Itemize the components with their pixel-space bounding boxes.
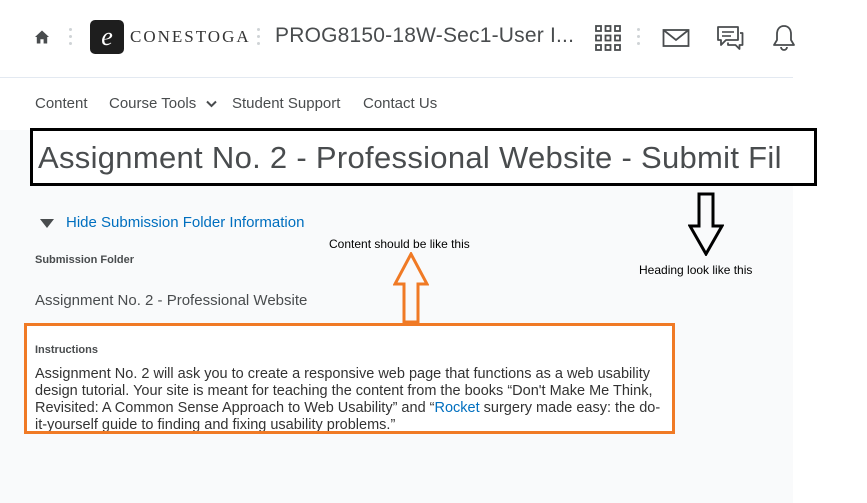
separator-dots [637, 28, 641, 50]
heading-annotation-note: Heading look like this [639, 263, 753, 277]
mail-icon[interactable] [662, 24, 690, 52]
nav-label: Student Support [232, 95, 341, 112]
nav-content[interactable]: Content [35, 95, 88, 112]
nav-label: Contact Us [363, 95, 438, 112]
course-navbar: Content Course Tools Student Support Con… [0, 78, 793, 130]
nav-student-support[interactable]: Student Support [232, 95, 340, 112]
arrow-down-icon [688, 192, 724, 256]
arrow-up-icon [393, 252, 429, 324]
nav-label: Course Tools [109, 95, 197, 112]
submission-folder-label: Submission Folder [35, 254, 135, 266]
separator-dots [69, 28, 73, 50]
course-title[interactable]: PROG8150-18W-Sec1-User I... [275, 24, 574, 48]
logo-text: CONESTOGA [130, 27, 251, 46]
chat-icon[interactable] [716, 24, 744, 52]
nav-course-tools[interactable]: Course Tools [109, 95, 218, 112]
nav-label: Content [35, 95, 88, 112]
rocket-surgery-link[interactable]: Rocket [435, 400, 480, 416]
instructions-label: Instructions [35, 344, 98, 356]
top-header: e CONESTOGA PROG8150-18W-Sec1-User I... [0, 0, 795, 78]
content-annotation-note: Content should be like this [329, 237, 470, 251]
toggle-label: Hide Submission Folder Information [66, 214, 305, 231]
heading-annotation-box: Assignment No. 2 - Professional Website … [30, 128, 817, 186]
nav-contact-us[interactable]: Contact Us [363, 95, 437, 112]
hide-submission-info-toggle[interactable]: Hide Submission Folder Information [40, 214, 304, 231]
conestoga-logo[interactable]: e CONESTOGA [90, 19, 251, 55]
triangle-down-icon [40, 218, 54, 228]
instructions-text: Assignment No. 2 will ask you to create … [35, 366, 667, 431]
separator-dots [257, 28, 261, 50]
chevron-down-icon [206, 100, 218, 108]
page-title: Assignment No. 2 - Professional Website … [38, 140, 782, 175]
instructions-annotation-box: Instructions Assignment No. 2 will ask y… [24, 323, 675, 434]
logo-badge: e [90, 20, 124, 54]
home-icon[interactable] [31, 26, 53, 48]
bell-icon[interactable] [770, 24, 798, 52]
submission-folder-name: Assignment No. 2 - Professional Website [35, 292, 308, 309]
apps-grid-icon[interactable] [594, 24, 622, 52]
